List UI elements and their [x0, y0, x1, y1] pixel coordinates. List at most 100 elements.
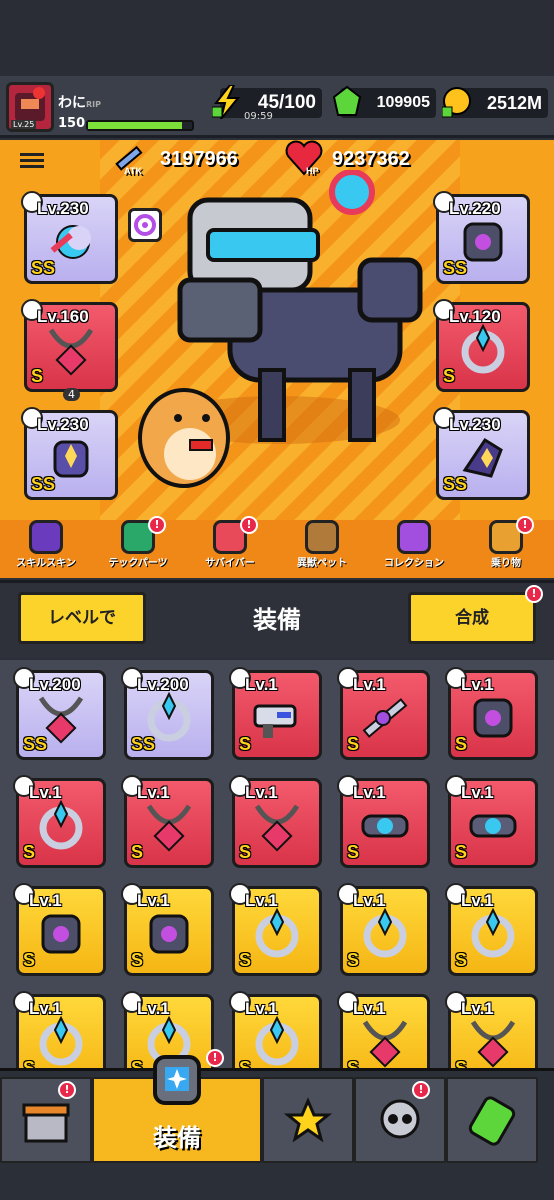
- item-level: Lv.1: [353, 675, 386, 694]
- alert-badge: !: [148, 516, 166, 534]
- inventory-item[interactable]: Lv.1 S: [229, 883, 322, 976]
- item-rank: S: [131, 950, 144, 970]
- shop-icon: [22, 1103, 70, 1143]
- inventory-item[interactable]: Lv.1 S: [13, 883, 106, 976]
- sort-by-level-button[interactable]: レベルで: [18, 592, 146, 644]
- green-gem-icon: [332, 85, 362, 116]
- item-rank: SS: [443, 258, 468, 278]
- inventory-item[interactable]: Lv.1 S: [337, 883, 430, 976]
- inventory-item[interactable]: Lv.1 S: [13, 775, 106, 868]
- ring-icon: [471, 908, 515, 958]
- item-rank: SS: [131, 734, 156, 754]
- inventory-item[interactable]: Lv.1 S: [445, 883, 538, 976]
- nav-dna[interactable]: [446, 1077, 538, 1163]
- equipped-slot-left[interactable]: Lv.230 SS: [21, 407, 118, 500]
- item-rank: SS: [443, 474, 468, 494]
- item-rank: S: [347, 842, 360, 862]
- item-level: Lv.200: [137, 675, 189, 694]
- player-name: わにRIP: [58, 95, 101, 111]
- bottom-nav: ! 装備!!: [0, 1049, 554, 1200]
- ring-icon: [255, 908, 299, 958]
- nav-star-swords[interactable]: [262, 1077, 354, 1163]
- inventory-item[interactable]: Lv.1 S: [337, 667, 430, 760]
- inventory-item[interactable]: Lv.1 S: [121, 883, 214, 976]
- item-level: Lv.1: [245, 783, 278, 802]
- item-rank: S: [347, 950, 360, 970]
- shortcut-hex-part[interactable]: テックパーツ!: [98, 516, 178, 578]
- item-level: Lv.1: [461, 675, 494, 694]
- equipped-slot-right[interactable]: Lv.220 SS: [433, 191, 530, 284]
- dna-icon: [468, 1096, 516, 1146]
- merge-alert-badge: !: [525, 585, 543, 603]
- inventory-item[interactable]: Lv.1 S: [121, 775, 214, 868]
- alert-badge: !: [206, 1049, 224, 1067]
- shortcut-survivor[interactable]: サバイバー!: [190, 516, 270, 578]
- item-rank: S: [443, 366, 456, 386]
- shortcut-label: サバイバー: [205, 558, 255, 569]
- inventory-grid: Lv.200 SS Lv.200 SS Lv.1 S Lv.1 S Lv.1 S Lv.1 S Lv.1…: [0, 660, 554, 1084]
- alert-badge: !: [58, 1081, 76, 1099]
- item-rank: S: [239, 950, 252, 970]
- ball-icon: [29, 520, 63, 554]
- item-rank: S: [455, 734, 468, 754]
- item-rank: S: [455, 950, 468, 970]
- item-level: Lv.120: [449, 307, 501, 326]
- armor-icon: [41, 914, 81, 954]
- item-level: Lv.230: [37, 415, 89, 434]
- shortcut-label: 異獣ペット: [297, 558, 347, 569]
- shortcut-pet[interactable]: 異獣ペット: [282, 520, 362, 578]
- item-level: Lv.1: [245, 999, 278, 1018]
- item-rank: S: [239, 842, 252, 862]
- ring-icon: [39, 1016, 83, 1066]
- inventory-item[interactable]: Lv.1 S: [337, 775, 430, 868]
- target-toggle-button[interactable]: [128, 208, 162, 242]
- item-rank: S: [23, 950, 36, 970]
- inventory-item[interactable]: Lv.200 SS: [13, 667, 106, 760]
- equipped-slot-left[interactable]: Lv.160 S 4: [21, 299, 118, 401]
- inventory-item[interactable]: Lv.1 S: [229, 667, 322, 760]
- alert-badge: !: [240, 516, 258, 534]
- armor-icon: [473, 698, 513, 738]
- shortcut-chest[interactable]: コレクション: [374, 520, 454, 578]
- item-rank: S: [347, 734, 360, 754]
- coin-counter[interactable]: 2512M: [442, 87, 548, 118]
- target-icon: [134, 214, 156, 236]
- equipped-slot-left[interactable]: Lv.230 SS: [21, 191, 118, 284]
- item-level: Lv.200: [29, 675, 81, 694]
- shortcut-ball[interactable]: スキルスキン: [6, 520, 86, 578]
- necklace-icon: [254, 804, 300, 852]
- item-level: Lv.1: [461, 891, 494, 910]
- item-level: Lv.220: [449, 199, 501, 218]
- chest-icon: [397, 520, 431, 554]
- item-level: Lv.1: [29, 891, 62, 910]
- menu-icon[interactable]: [20, 150, 44, 170]
- ring-icon: [255, 1016, 299, 1066]
- item-rank: SS: [23, 734, 48, 754]
- nav-skull[interactable]: !: [354, 1077, 446, 1163]
- item-level: Lv.1: [353, 783, 386, 802]
- inventory-item[interactable]: Lv.200 SS: [121, 667, 214, 760]
- item-rank: S: [455, 842, 468, 862]
- equipped-slot-right[interactable]: Lv.230 SS: [433, 407, 530, 500]
- inventory-item[interactable]: Lv.1 S: [445, 667, 538, 760]
- skull-icon: [380, 1099, 420, 1139]
- equipment-icon: [153, 1055, 201, 1105]
- avatar-level: Lv.25: [11, 120, 37, 129]
- belt-icon: [469, 814, 517, 838]
- blaster-icon: [253, 704, 297, 739]
- item-rank: S: [131, 842, 144, 862]
- shortcut-label: 乗り物: [491, 558, 521, 569]
- item-level: Lv.1: [461, 783, 494, 802]
- merge-button[interactable]: 合成!: [408, 585, 543, 644]
- item-level: Lv.1: [29, 999, 62, 1018]
- shortcut-vehicle[interactable]: 乗り物!: [466, 516, 546, 578]
- gem-counter[interactable]: 109905: [332, 85, 436, 118]
- inventory-item[interactable]: Lv.1 S: [229, 775, 322, 868]
- equipped-slot-right[interactable]: Lv.120 S: [433, 299, 530, 392]
- player-avatar[interactable]: Lv.25: [6, 82, 54, 132]
- nav-equipment[interactable]: 装備!: [92, 1049, 262, 1163]
- nav-shop[interactable]: !: [0, 1077, 92, 1163]
- star-swords-icon: [283, 1097, 333, 1143]
- inventory-item[interactable]: Lv.1 S: [445, 775, 538, 868]
- ring-icon: [39, 800, 83, 850]
